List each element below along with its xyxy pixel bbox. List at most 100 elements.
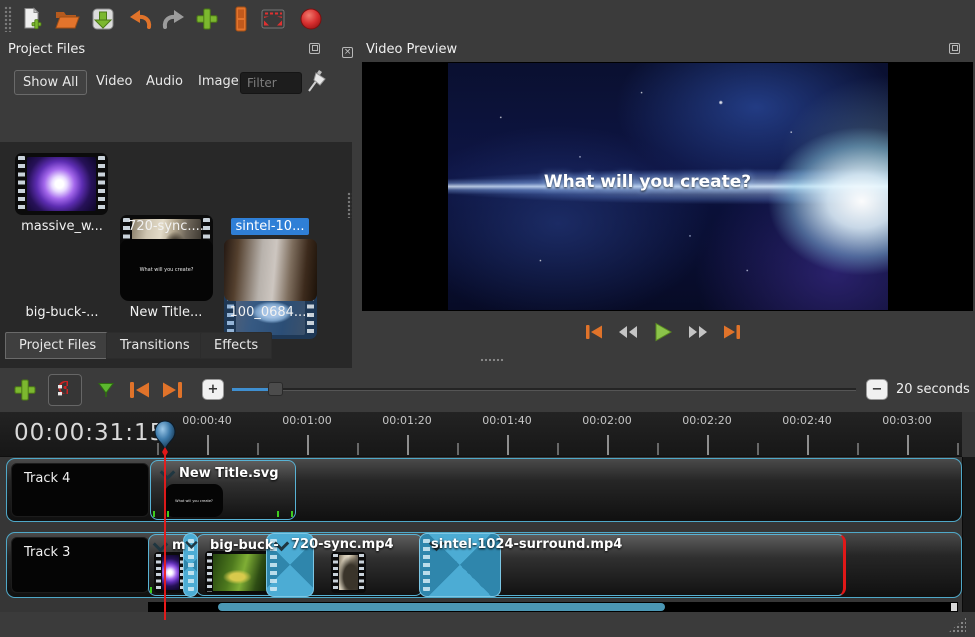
save-project-button[interactable] [88,4,118,34]
timeline-toolbar: + − 20 seconds [0,368,975,412]
filter-tab-video[interactable]: Video [88,70,140,93]
playhead-marker[interactable] [152,419,178,457]
zoom-slider-fill [232,388,270,391]
export-video-icon [298,6,324,32]
horizontal-splitter-handle[interactable] [480,358,504,363]
zoom-slider-track[interactable] [232,388,856,391]
track-3-row: Track 3 m big-buck- [6,532,962,598]
scrollbar-thumb[interactable] [218,603,665,611]
timeline-ruler[interactable]: 00:00:31:15 00:00:4000:01:0000:01:2000:0… [0,412,962,457]
toolbar-drag-handle[interactable] [4,6,12,32]
filter-input[interactable] [240,72,302,94]
ruler-tick-minor [257,443,259,455]
ruler-tick-major [807,435,809,455]
redo-button[interactable] [158,4,188,34]
ruler-tick-minor [757,443,759,455]
file-thumbnail-new-title[interactable]: What will you create? [120,239,213,301]
jump-to-start-button[interactable] [583,322,605,342]
tab-effects[interactable]: Effects [200,332,272,359]
ruler-tick-minor [657,443,659,455]
file-thumbnail-massive[interactable] [15,153,108,215]
video-overlay-text: What will you create? [362,172,933,192]
ruler-tick-minor [957,443,959,455]
tab-project-files[interactable]: Project Files [5,332,110,359]
clip-new-title[interactable]: New Title.svg What will you create? [150,460,296,520]
next-marker-button[interactable] [160,378,186,406]
timeline-vertical-scrollbar[interactable] [962,457,975,612]
rewind-button[interactable] [616,322,640,342]
panel-splitter-handle[interactable] [347,192,352,218]
next-marker-icon [160,378,186,402]
clip-thumb-image [213,554,267,591]
track-3-header[interactable]: Track 3 [11,537,149,593]
clip-menu-chevron-icon[interactable] [159,467,175,479]
undo-button[interactable] [126,4,156,34]
project-files-panel-title: Project Files [8,42,85,57]
clear-filter-button[interactable] [306,68,328,98]
export-video-button[interactable] [296,4,326,34]
jump-to-end-button[interactable] [721,322,743,342]
filter-tab-audio[interactable]: Audio [138,70,191,93]
ruler-tick-major [707,435,709,455]
track-4-name: Track 4 [24,471,70,486]
filter-tab-image[interactable]: Image [190,70,247,93]
play-button[interactable] [651,321,675,343]
ruler-tick-major [207,435,209,455]
ruler-tick-label: 00:00:40 [182,414,231,427]
add-marker-button[interactable] [96,381,116,403]
add-track-button[interactable] [12,377,38,407]
keyframe-tick [167,511,169,517]
keyframe-tick [153,511,155,517]
ruler-tick-label: 00:02:20 [682,414,731,427]
panel-float-icon[interactable] [309,43,320,54]
track-4-row: Track 4 New Title.svg What will you crea… [6,458,962,522]
new-project-button[interactable] [16,4,46,34]
title-thumb-caption: What will you create? [140,267,194,273]
zoom-in-button[interactable]: + [202,379,224,400]
ruler-tick-major [607,435,609,455]
tab-transitions[interactable]: Transitions [106,332,204,359]
track-3-name: Track 3 [24,545,70,560]
panel-float-icon[interactable] [949,43,960,54]
zoom-slider-handle[interactable] [268,382,283,396]
ruler-tick-major [507,435,509,455]
massive-thumb-image [27,157,96,211]
previous-marker-button[interactable] [126,378,152,406]
previous-marker-icon [126,378,152,402]
ruler-tick-label: 00:02:00 [582,414,631,427]
file-thumbnail-100-0684[interactable] [224,239,317,301]
scrollbar-end-cap [951,603,957,611]
status-strip [0,612,975,637]
filter-tab-show-all[interactable]: Show All [14,70,87,95]
openshot-window: Project Files × Show All Video Audio Ima… [0,0,975,637]
keyframe-tick [150,587,152,593]
clip-title-caption: What will you create? [175,499,213,503]
playback-controls [583,318,753,346]
ruler-tick-minor [357,443,359,455]
snapping-toggle-button[interactable] [48,374,82,406]
file-label-selected: sintel-10... [218,219,322,234]
zoom-out-button[interactable]: − [866,379,888,400]
add-track-icon [12,377,38,403]
open-project-button[interactable] [52,4,82,34]
timeline-scrollbar[interactable] [148,602,958,612]
ruler-tick-label: 00:02:40 [782,414,831,427]
import-files-button[interactable] [192,4,222,34]
track-4-header[interactable]: Track 4 [11,463,149,517]
add-marker-icon [96,381,116,399]
fullscreen-button[interactable] [258,4,288,34]
transition-chevron-icon[interactable] [185,538,198,548]
file-label: 100_0684.... [218,305,322,320]
project-files-panel: Project Files × Show All Video Audio Ima… [0,38,352,366]
timeline: 00:00:31:15 00:00:4000:01:0000:01:2000:0… [0,412,975,612]
redo-icon [159,6,187,32]
playhead-line[interactable] [164,447,166,620]
playhead-timecode: 00:00:31:15 [14,420,165,446]
magnet-icon [54,379,76,401]
ruler-tick-minor [557,443,559,455]
choose-profile-button[interactable] [226,4,256,34]
window-resize-grip[interactable] [948,617,966,633]
panel-close-icon[interactable]: × [342,47,353,58]
save-project-icon [90,6,116,32]
fast-forward-button[interactable] [686,322,710,342]
